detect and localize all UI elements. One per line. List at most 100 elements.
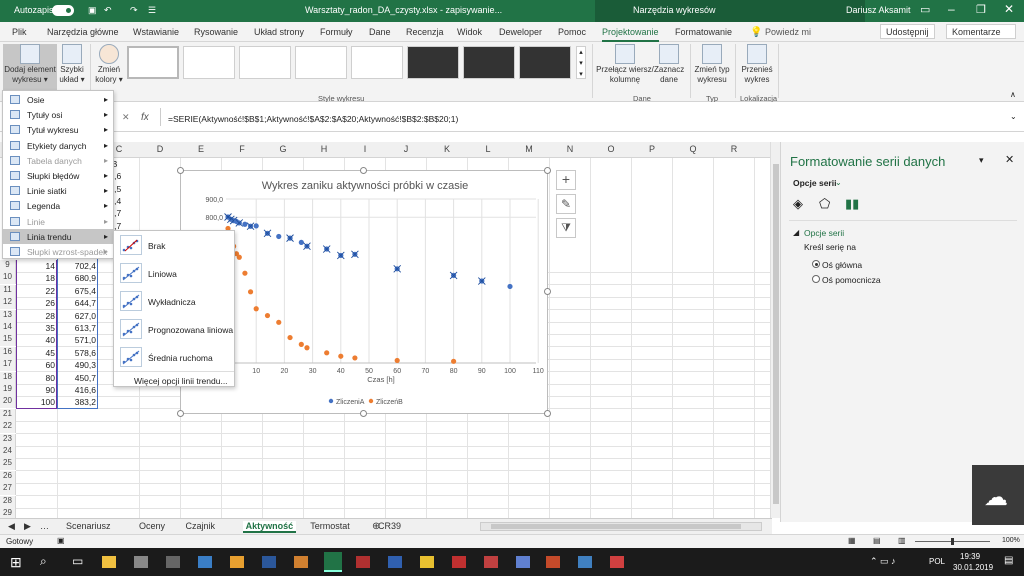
data-point[interactable]	[298, 341, 304, 347]
zoom-level[interactable]: 100%	[1002, 537, 1020, 544]
column-header[interactable]: M	[508, 144, 550, 154]
normal-view-icon[interactable]: ▦	[848, 536, 856, 545]
tab-help[interactable]: Pomoc	[558, 27, 586, 37]
tab-formulas[interactable]: Formuły	[320, 27, 353, 37]
select-data-button[interactable]: Zaznacz dane	[654, 44, 684, 85]
chart-filters-funnel-icon[interactable]: ⧩	[556, 218, 576, 238]
search-icon[interactable]: ⌕	[40, 554, 47, 569]
sheet-tab[interactable]: Aktywność	[242, 521, 297, 533]
data-point[interactable]	[338, 353, 344, 359]
trendline-option[interactable]: Liniowa	[118, 260, 232, 287]
fill-line-icon[interactable]: ◈	[793, 196, 803, 212]
column-header[interactable]: L	[467, 144, 509, 154]
data-point[interactable]	[451, 358, 457, 364]
column-header[interactable]: D	[139, 144, 181, 154]
data-point[interactable]	[352, 355, 358, 361]
menu-item[interactable]: Tytuły osi ▸	[3, 107, 113, 122]
excel-icon[interactable]	[324, 552, 342, 572]
add-sheet-icon[interactable]: ⊕	[372, 521, 380, 532]
chart-style-7[interactable]	[463, 46, 515, 79]
calculator-icon[interactable]	[166, 556, 180, 568]
task-view-icon[interactable]: ▭	[72, 554, 83, 568]
vertical-scrollbar[interactable]	[770, 142, 780, 518]
autosave-toggle[interactable]	[52, 5, 74, 16]
move-chart-button[interactable]: Przenieś wykres	[738, 44, 776, 85]
clock-time[interactable]: 19:39	[960, 552, 980, 561]
sheet-tab[interactable]: Oceny	[139, 521, 165, 531]
styles-scroll[interactable]: ▴ ▾ ▾	[576, 46, 586, 79]
sheet-tab[interactable]: Termostat	[310, 521, 350, 531]
share-button[interactable]: Udostępnij	[880, 24, 935, 39]
tab-draw[interactable]: Rysowanie	[194, 27, 238, 37]
column-header[interactable]: Q	[672, 144, 714, 154]
row-header[interactable]: 9	[0, 260, 16, 272]
primary-axis-radio[interactable]	[812, 260, 820, 268]
legend-entry[interactable]: ZliczeniA	[336, 399, 365, 406]
series-options-bars-icon[interactable]: ▮▮	[845, 196, 859, 212]
column-header[interactable]: K	[426, 144, 468, 154]
column-header[interactable]: J	[385, 144, 427, 154]
tab-data[interactable]: Dane	[369, 27, 391, 37]
data-point[interactable]	[324, 350, 330, 356]
sheet-tab[interactable]: Czajnik	[186, 521, 216, 531]
tray-icons[interactable]: ⌃ ▭ ♪	[870, 556, 896, 567]
tab-insert[interactable]: Wstawianie	[133, 27, 179, 37]
collapse-section-icon[interactable]: ◢	[793, 228, 799, 237]
add-chart-element-button[interactable]: Dodaj element wykresu ▾	[3, 44, 57, 90]
tab-scroll-right[interactable]: ▶	[24, 521, 31, 532]
chart-style-8[interactable]	[519, 46, 571, 79]
user-name[interactable]: Dariusz Aksamit	[846, 5, 911, 15]
data-point[interactable]	[276, 319, 282, 325]
chart-style-4[interactable]	[295, 46, 347, 79]
macro-record-icon[interactable]: ▣	[57, 536, 65, 545]
tab-design[interactable]: Projektowanie	[602, 27, 659, 42]
sheet-tab[interactable]: Scenariusz	[66, 521, 111, 531]
data-point[interactable]	[507, 283, 513, 290]
app-icon[interactable]	[578, 556, 592, 568]
horizontal-scrollbar[interactable]	[480, 522, 762, 531]
tab-plik[interactable]: Plik	[12, 27, 27, 37]
pane-options-icon[interactable]: ▾	[979, 155, 984, 166]
scroll-thumb[interactable]	[773, 164, 779, 504]
menu-item[interactable]: Linie ▸	[3, 214, 113, 229]
section-title[interactable]: Opcje serii	[804, 228, 844, 238]
expand-formula-icon[interactable]: ⌄	[1010, 112, 1017, 121]
data-point[interactable]	[247, 289, 254, 295]
save-icon[interactable]: ▣	[88, 5, 97, 16]
column-header[interactable]: G	[262, 144, 304, 154]
restore-icon[interactable]: ❐	[976, 3, 986, 16]
quick-layout-button[interactable]: Szybki układ ▾	[57, 44, 87, 85]
resize-handle[interactable]	[544, 167, 551, 174]
zoom-slider[interactable]	[915, 538, 990, 545]
row-header[interactable]: 13	[0, 309, 16, 322]
data-point[interactable]	[242, 221, 248, 227]
row-header[interactable]: 16	[0, 346, 16, 359]
change-chart-type-button[interactable]: Zmień typ wykresu	[693, 44, 731, 85]
tab-format[interactable]: Formatowanie	[675, 27, 732, 37]
resize-handle[interactable]	[544, 410, 551, 417]
data-point[interactable]	[276, 233, 282, 240]
row-header[interactable]: 21	[0, 408, 16, 421]
column-header[interactable]: P	[631, 144, 673, 154]
word-icon[interactable]	[262, 556, 276, 568]
clock-date[interactable]: 30.01.2019	[953, 563, 993, 572]
tab-more[interactable]: …	[40, 521, 49, 531]
column-header[interactable]: E	[180, 144, 222, 154]
data-point[interactable]	[287, 334, 293, 341]
data-point[interactable]	[242, 270, 248, 276]
cancel-icon[interactable]: ✕	[122, 112, 130, 123]
data-point[interactable]	[304, 345, 310, 351]
row-header[interactable]: 18	[0, 371, 16, 384]
tab-view[interactable]: Widok	[457, 27, 482, 37]
row-header[interactable]: 22	[0, 421, 16, 434]
chart-elements-plus-icon[interactable]: +	[556, 170, 576, 190]
menu-item[interactable]: Osie ▸	[3, 92, 113, 107]
menu-item[interactable]: Linia trendu ▸	[3, 228, 113, 244]
x-axis-title[interactable]: Czas [h]	[367, 375, 395, 384]
trendline-option[interactable]: Brak	[118, 232, 232, 259]
app-icon[interactable]	[484, 556, 498, 568]
resize-handle[interactable]	[360, 167, 367, 174]
menu-item[interactable]: Słupki wzrost-spadek ▸	[3, 244, 113, 259]
chevron-down-icon[interactable]: ⌄	[835, 178, 842, 187]
resize-handle[interactable]	[360, 410, 367, 417]
